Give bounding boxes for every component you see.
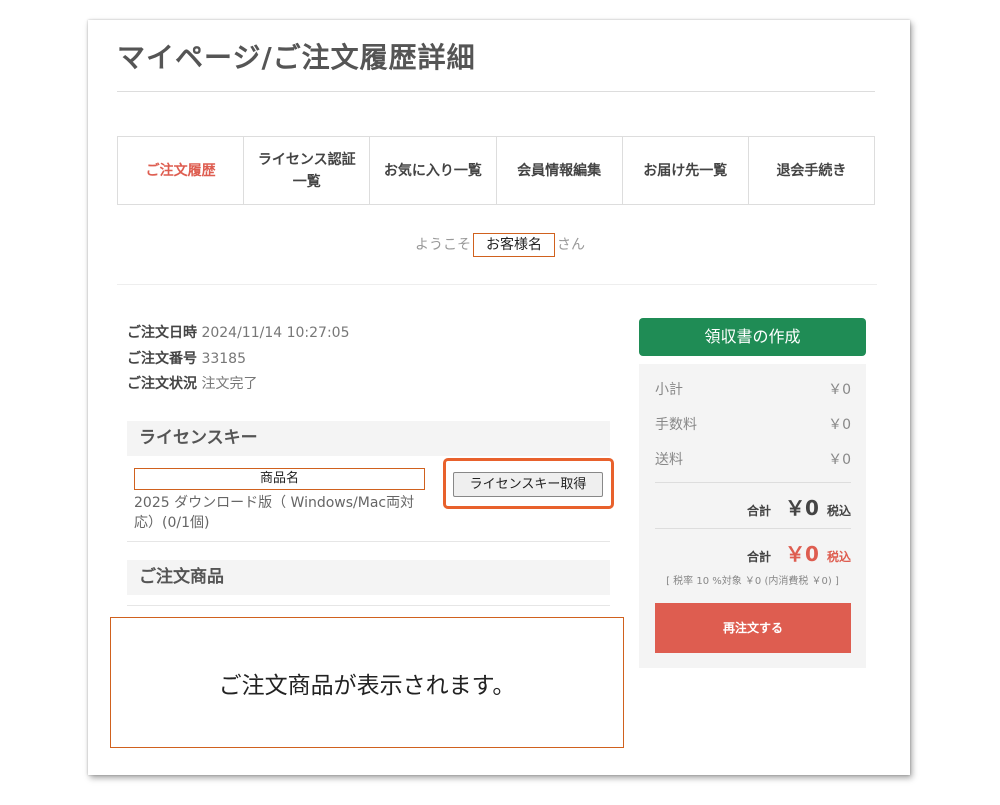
order-summary: 小計 ￥0 手数料 ￥0 送料 ￥0 合計 ￥0 税込 合計 ￥0 税込 [ 税率 1…	[639, 364, 866, 668]
tab-member-info[interactable]: 会員情報編集	[497, 137, 623, 204]
summary-divider-2	[655, 528, 851, 529]
license-divider	[127, 541, 610, 542]
order-meta: ご注文日時 2024/11/14 10:27:05 ご注文番号 33185 ご注…	[127, 321, 349, 398]
products-placeholder: ご注文商品が表示されます。	[110, 617, 624, 748]
mypage-tabs: ご注文履歴 ライセンス認証 一覧 お気に入り一覧 会員情報編集 お届け先一覧 退…	[117, 136, 875, 205]
order-date-label: ご注文日時	[127, 325, 197, 341]
reorder-button[interactable]: 再注文する	[655, 603, 851, 653]
tab-favorites[interactable]: お気に入り一覧	[370, 137, 497, 204]
get-license-key-button[interactable]: ライセンスキー取得	[453, 472, 603, 497]
order-number-label: ご注文番号	[127, 350, 197, 367]
subtotal-label: 小計	[655, 382, 683, 398]
welcome-divider	[117, 284, 877, 285]
grand-total-tax-label: 税込	[826, 550, 851, 564]
welcome-message: ようこそ お客様名 さん	[0, 233, 1000, 257]
title-divider	[117, 91, 875, 92]
welcome-suffix: さん	[557, 237, 585, 253]
order-status-row: ご注文状況 注文完了	[127, 372, 349, 398]
fee-value: ￥0	[828, 417, 851, 433]
fee-label: 手数料	[655, 417, 697, 433]
tax-note: [ 税率 10 %対象 ￥0 (内消費税 ￥0) ]	[666, 576, 839, 587]
total-tax-label: 税込	[826, 504, 851, 518]
total-label: 合計	[747, 504, 772, 518]
shipping-label: 送料	[655, 452, 683, 468]
tab-delivery-addresses[interactable]: お届け先一覧	[623, 137, 749, 204]
license-product-name: 商品名	[134, 468, 425, 490]
shipping-row: 送料 ￥0	[655, 449, 851, 469]
page-title: マイページ/ご注文履歴詳細	[117, 41, 476, 74]
products-divider	[127, 605, 610, 606]
total-value: ￥0	[785, 496, 819, 520]
subtotal-row: 小計 ￥0	[655, 379, 851, 399]
grand-total-row: 合計 ￥0 税込	[655, 538, 851, 567]
order-date-row: ご注文日時 2024/11/14 10:27:05	[127, 321, 349, 347]
total-row: 合計 ￥0 税込	[655, 492, 851, 521]
grand-total-value: ￥0	[785, 542, 819, 566]
license-product-desc: 2025 ダウンロード版（ Windows/Mac両対応）(0/1個)	[134, 495, 415, 531]
grand-total-label: 合計	[747, 550, 772, 564]
tab-license-list-label: ライセンス認証 一覧	[257, 151, 356, 190]
order-number-row: ご注文番号 33185	[127, 347, 349, 373]
shipping-value: ￥0	[828, 452, 851, 468]
tab-withdraw[interactable]: 退会手続き	[749, 137, 874, 204]
order-status-value: 注文完了	[201, 376, 258, 392]
tab-license-list[interactable]: ライセンス認証 一覧	[244, 137, 371, 204]
welcome-prefix: ようこそ	[415, 237, 471, 253]
license-section-title: ライセンスキー	[127, 421, 610, 456]
subtotal-value: ￥0	[828, 382, 851, 398]
tab-order-history[interactable]: ご注文履歴	[118, 137, 245, 204]
order-date-value: 2024/11/14 10:27:05	[201, 325, 350, 341]
customer-name: お客様名	[473, 233, 555, 257]
create-receipt-button[interactable]: 領収書の作成	[639, 318, 866, 356]
order-number-value: 33185	[201, 350, 246, 367]
summary-divider	[655, 482, 851, 483]
fee-row: 手数料 ￥0	[655, 414, 851, 434]
products-section-title: ご注文商品	[127, 560, 610, 595]
order-status-label: ご注文状況	[127, 376, 197, 392]
